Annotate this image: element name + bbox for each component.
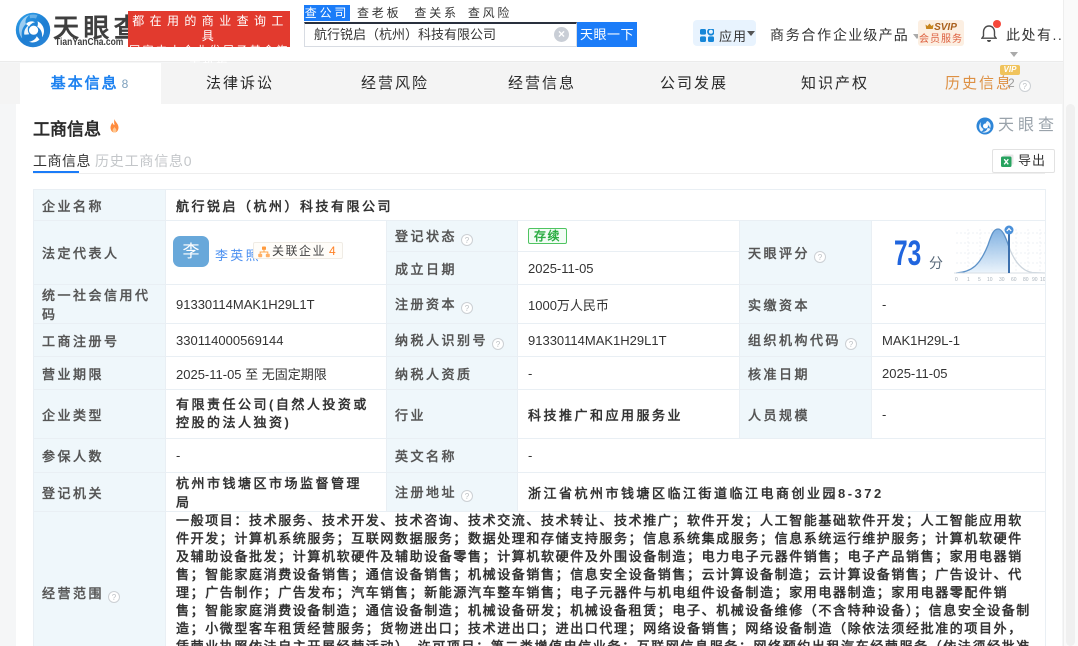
svg-text:100: 100 — [1040, 277, 1046, 283]
svg-text:5: 5 — [978, 277, 981, 283]
svg-text:10: 10 — [987, 277, 993, 283]
svg-text:90: 90 — [1032, 277, 1038, 283]
svg-text:60: 60 — [1011, 277, 1017, 283]
svg-text:30: 30 — [999, 277, 1005, 283]
svg-text:1: 1 — [967, 277, 970, 283]
svg-text:0: 0 — [955, 277, 958, 283]
svg-text:80: 80 — [1023, 277, 1029, 283]
